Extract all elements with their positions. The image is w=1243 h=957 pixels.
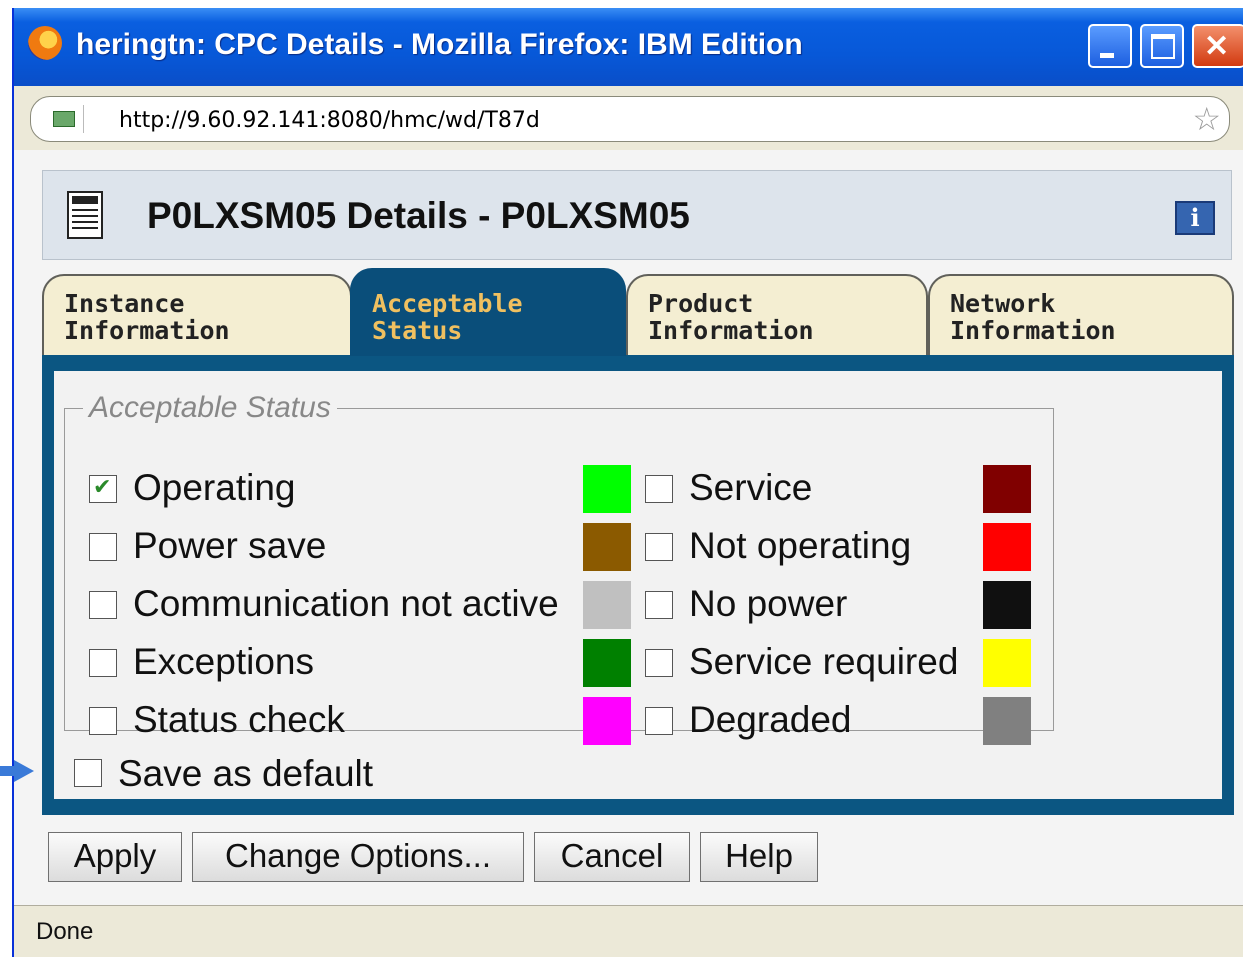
tab-acceptable-status[interactable]: Acceptable Status — [350, 268, 626, 356]
color-swatch-status-check — [583, 697, 631, 745]
bookmark-star-icon[interactable]: ☆ — [1192, 101, 1221, 137]
tab-label-line1: Acceptable — [372, 289, 523, 318]
tab-instance-information[interactable]: Instance Information — [42, 274, 352, 356]
pointer-arrow-icon — [0, 760, 34, 782]
option-label: Service — [689, 467, 813, 508]
color-swatch-not-operating — [983, 523, 1031, 571]
tab-label-line1: Network — [950, 289, 1056, 318]
help-button[interactable]: Help — [700, 832, 818, 882]
tab-label-line2: Status — [372, 316, 463, 345]
checkbox[interactable] — [645, 707, 673, 735]
apply-button[interactable]: Apply — [48, 832, 182, 882]
option-label: Power save — [133, 525, 327, 566]
color-swatch-operating — [583, 465, 631, 513]
info-icon[interactable]: i — [1175, 201, 1215, 235]
status-text: Done — [36, 918, 94, 945]
tab-panel-body: Acceptable Status Operating Power save C… — [54, 371, 1222, 799]
tab-network-information[interactable]: Network Information — [928, 274, 1234, 356]
checkbox[interactable] — [645, 591, 673, 619]
address-bar[interactable]: http://9.60.92.141:8080/hmc/wd/T87d ☆ — [30, 96, 1230, 142]
acceptable-status-group: Acceptable Status Operating Power save C… — [64, 391, 1054, 745]
tab-product-information[interactable]: Product Information — [626, 274, 928, 356]
page-content: P0LXSM05 Details - P0LXSM05 i Instance I… — [14, 150, 1243, 905]
option-label: Status check — [133, 699, 345, 740]
color-swatch-service-required — [983, 639, 1031, 687]
checkbox[interactable] — [89, 474, 117, 503]
color-swatch-power-save — [583, 523, 631, 571]
tab-label-line2: Information — [950, 316, 1116, 345]
close-button[interactable]: ✕ — [1192, 24, 1243, 68]
checkbox[interactable] — [89, 649, 117, 677]
browser-window: heringtn: CPC Details - Mozilla Firefox:… — [12, 8, 1243, 957]
firefox-icon — [28, 26, 62, 60]
maximize-button[interactable] — [1140, 24, 1184, 68]
checkbox[interactable] — [645, 533, 673, 561]
checkbox[interactable] — [89, 707, 117, 735]
close-icon: ✕ — [1204, 30, 1230, 63]
option-label: No power — [689, 583, 848, 624]
option-label: Operating — [133, 467, 296, 508]
save-as-default-checkbox[interactable] — [74, 759, 102, 787]
color-swatch-service — [983, 465, 1031, 513]
tab-label-line2: Information — [648, 316, 814, 345]
option-label: Exceptions — [133, 641, 314, 682]
status-bar: Done — [14, 905, 1243, 957]
site-icon — [49, 105, 84, 133]
option-label: Service required — [689, 641, 959, 682]
save-as-default-label: Save as default — [118, 753, 374, 794]
url-text[interactable]: http://9.60.92.141:8080/hmc/wd/T87d — [119, 108, 540, 133]
details-header: P0LXSM05 Details - P0LXSM05 i — [42, 170, 1232, 260]
color-swatch-exceptions — [583, 639, 631, 687]
tab-strip: Instance Information Acceptable Status P… — [42, 268, 1234, 356]
tab-label-line2: Information — [64, 316, 230, 345]
checkbox[interactable] — [645, 649, 673, 677]
minimize-button[interactable] — [1088, 24, 1132, 68]
checkbox[interactable] — [89, 591, 117, 619]
option-label: Not operating — [689, 525, 912, 566]
document-icon — [67, 191, 103, 239]
option-label: Degraded — [689, 699, 852, 740]
checkbox[interactable] — [645, 475, 673, 503]
color-swatch-degraded — [983, 697, 1031, 745]
window-title: heringtn: CPC Details - Mozilla Firefox:… — [76, 28, 803, 61]
color-swatch-communication-not-active — [583, 581, 631, 629]
cancel-button[interactable]: Cancel — [534, 832, 690, 882]
tab-label-line1: Instance — [64, 289, 185, 318]
title-bar: heringtn: CPC Details - Mozilla Firefox:… — [14, 8, 1243, 86]
tab-panel: Acceptable Status Operating Power save C… — [42, 355, 1234, 815]
change-options-button[interactable]: Change Options... — [192, 832, 524, 882]
option-label: Communication not active — [133, 583, 559, 624]
color-swatch-no-power — [983, 581, 1031, 629]
checkbox[interactable] — [89, 533, 117, 561]
group-legend: Acceptable Status — [89, 391, 331, 424]
page-title: P0LXSM05 Details - P0LXSM05 — [147, 195, 690, 236]
tab-label-line1: Product — [648, 289, 754, 318]
